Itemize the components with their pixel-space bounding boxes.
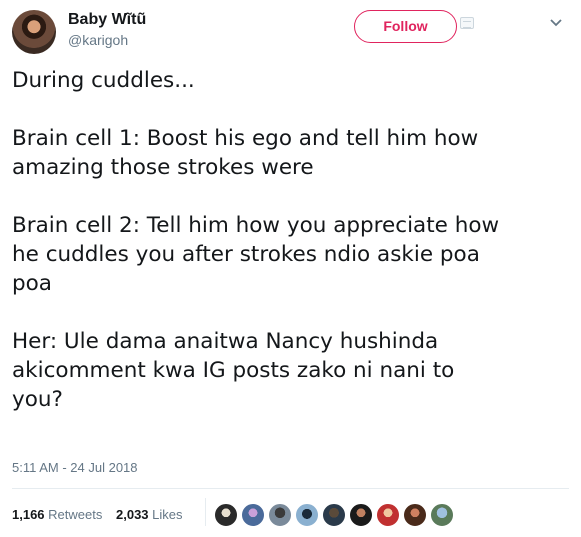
chevron-down-icon[interactable] [550,18,562,28]
user-handle[interactable]: @karigoh [68,32,128,48]
liker-avatar[interactable] [241,503,265,527]
avatar[interactable] [12,10,56,54]
stats-divider [205,498,206,526]
likes-count: 2,033 [116,507,149,522]
likes-label: Likes [152,507,183,522]
likes-stat[interactable]: 2,033 Likes [116,507,183,522]
tweet-header: Baby Wĩtũ @karigoh Follow [12,8,569,54]
divider [12,488,569,489]
liker-avatar[interactable] [214,503,238,527]
display-name[interactable]: Baby Wĩtũ [68,11,146,29]
liker-avatar[interactable] [403,503,427,527]
follow-button[interactable]: Follow [354,10,457,43]
tweet-text: During cuddles... Brain cell 1: Boost hi… [12,68,500,412]
retweets-stat[interactable]: 1,166 Retweets [12,507,102,522]
retweets-count: 1,166 [12,507,45,522]
liker-avatar[interactable] [430,503,454,527]
liker-avatar[interactable] [349,503,373,527]
card-icon [460,17,474,29]
liker-avatar[interactable] [376,503,400,527]
liker-avatar[interactable] [295,503,319,527]
tweet-stats: 1,166 Retweets 2,033 Likes [12,507,193,522]
tweet-timestamp[interactable]: 5:11 AM - 24 Jul 2018 [12,460,138,475]
liker-avatar[interactable] [268,503,292,527]
retweets-label: Retweets [48,507,103,522]
liker-avatar[interactable] [322,503,346,527]
